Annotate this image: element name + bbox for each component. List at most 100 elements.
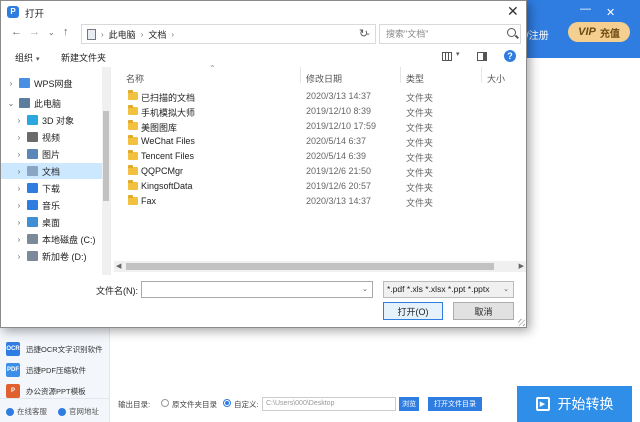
sidebar-item-ocr[interactable]: OCR 迅捷OCR文字识别软件 [6,342,103,356]
folder-icon [128,180,138,190]
dialog-close-icon[interactable]: ✕ [507,3,519,20]
start-convert-button[interactable]: ▶ 开始转换 [517,386,632,422]
cancel-button[interactable]: 取消 [453,302,514,320]
tree-item[interactable]: › 视频 [1,129,109,145]
search-input[interactable]: 搜索"文档" [379,24,521,44]
file-type: 文件夹 [406,183,434,193]
horizontal-scrollbar[interactable]: ◀ ▶ [114,261,526,272]
file-type: 文件夹 [406,138,434,148]
expand-chevron-icon[interactable]: › [15,218,23,227]
folder-icon [27,115,38,125]
globe-icon [58,407,66,416]
dialog-toolbar: 组织 ▾ 新建文件夹 ▾ ? [1,45,526,67]
breadcrumb-documents[interactable]: 文档 [148,28,166,41]
tree-scroll-thumb[interactable] [103,111,109,201]
file-type-filter[interactable]: *.pdf *.xls *.xlsx *.ppt *.pptx ⌄ [383,281,514,298]
sidebar-item-ppt-template[interactable]: P 办公资源PPT模板 [6,384,86,398]
column-divider[interactable] [481,67,482,83]
tree-item-label: 视频 [42,132,61,143]
scroll-right-icon[interactable]: ▶ [519,262,524,270]
browse-button[interactable]: 浏览 [399,397,419,411]
folder-icon [27,234,38,244]
breadcrumb-this-pc[interactable]: 此电脑 [109,28,136,41]
official-site-link[interactable]: 官网地址 [58,406,99,417]
sidebar-item-pdf-compress[interactable]: PDF 迅捷PDF压缩软件 [6,363,86,377]
help-icon[interactable]: ? [504,50,516,62]
new-folder-button[interactable]: 新建文件夹 [61,51,106,64]
ppt-template-icon: P [6,384,20,398]
forward-arrow-icon[interactable]: → [29,26,40,38]
preview-pane-icon[interactable] [477,52,487,61]
up-arrow-icon[interactable]: ↑ [63,26,69,38]
folder-icon [27,166,38,176]
minimize-icon[interactable]: — [580,3,591,15]
back-arrow-icon[interactable]: ← [11,26,22,38]
column-divider[interactable] [300,67,301,83]
output-path-input[interactable]: C:\Users\000\Desktop [262,397,396,411]
file-date: 2019/12/6 21:50 [306,166,372,176]
tree-item[interactable]: › 音乐 [1,197,109,213]
file-row[interactable]: QQPCMgr 2019/12/6 21:50 文件夹 [113,164,525,179]
tree-item[interactable]: › 桌面 [1,214,109,230]
column-header-size[interactable]: 大小 [487,72,505,85]
file-row[interactable]: Fax 2020/3/13 14:37 文件夹 [113,194,525,209]
expand-chevron-icon[interactable]: › [15,150,23,159]
file-row[interactable]: 已扫描的文档 2020/3/13 14:37 文件夹 [113,89,525,104]
file-row[interactable]: WeChat Files 2020/5/14 6:37 文件夹 [113,134,525,149]
tree-item[interactable]: › 下载 [1,180,109,196]
register-link[interactable]: /注册 [526,27,549,42]
expand-chevron-icon[interactable]: › [15,133,23,142]
address-bar[interactable]: › 此电脑 › 文档 › ⌄ [81,24,376,44]
tree-item-label: 新加卷 (D:) [42,251,87,262]
open-button[interactable]: 打开(O) [383,302,443,320]
expand-chevron-icon[interactable]: › [15,167,23,176]
vip-recharge-button[interactable]: VIP 充值 [568,22,630,42]
view-dropdown-icon[interactable]: ▾ [456,50,460,58]
view-options-icon[interactable] [442,52,452,61]
folder-icon [27,149,38,159]
tree-scrollbar[interactable] [102,67,110,275]
sort-ascending-icon: ⌃ [209,64,216,73]
vip-label: VIP [578,26,596,38]
expand-chevron-icon[interactable]: › [15,184,23,193]
chevron-down-icon: ⌄ [503,286,509,293]
open-folder-button[interactable]: 打开文件目录 [428,397,482,411]
recent-locations-dropdown-icon[interactable]: ⌄ [48,28,55,37]
tree-item-label: 此电脑 [34,98,62,109]
refresh-icon[interactable]: ↻ [359,27,368,40]
close-icon[interactable]: ✕ [606,6,615,19]
expand-chevron-icon[interactable]: › [15,116,23,125]
expand-chevron-icon[interactable]: › [15,235,23,244]
tree-item[interactable]: › 3D 对象 [1,112,109,128]
column-header-name[interactable]: 名称 [126,72,144,85]
chevron-down-icon[interactable]: ⌄ [362,285,368,293]
file-date: 2020/3/13 14:37 [306,91,372,101]
radio-custom-folder[interactable] [223,399,231,407]
column-header-type[interactable]: 类型 [406,72,424,85]
expand-chevron-icon[interactable]: › [7,79,15,88]
ocr-icon: OCR [6,342,20,356]
column-header-date[interactable]: 修改日期 [306,72,342,85]
tree-item[interactable]: ⌄ 此电脑 [1,95,109,111]
horizontal-scroll-thumb[interactable] [126,263,494,270]
online-service-link[interactable]: 在线客服 [6,406,47,417]
expand-chevron-icon[interactable]: ⌄ [7,99,15,108]
file-date: 2019/12/10 17:59 [306,121,377,131]
tree-item[interactable]: › 图片 [1,146,109,162]
resize-grip-icon[interactable] [518,319,525,326]
organize-menu[interactable]: 组织 ▾ [15,51,40,64]
file-row[interactable]: 手机模拟大师 2019/12/10 8:39 文件夹 [113,104,525,119]
tree-item[interactable]: › 本地磁盘 (C:) [1,231,109,247]
tree-item[interactable]: › 文档 [1,163,109,179]
radio-original-folder[interactable] [161,399,169,407]
file-row[interactable]: Tencent Files 2020/5/14 6:39 文件夹 [113,149,525,164]
filename-input[interactable]: ⌄ [141,281,373,298]
file-row[interactable]: KingsoftData 2019/12/6 20:57 文件夹 [113,179,525,194]
expand-chevron-icon[interactable]: › [15,201,23,210]
tree-item[interactable]: › 新加卷 (D:) [1,248,109,264]
file-row[interactable]: 美图图库 2019/12/10 17:59 文件夹 [113,119,525,134]
scroll-left-icon[interactable]: ◀ [116,262,121,270]
expand-chevron-icon[interactable]: › [15,252,23,261]
column-divider[interactable] [400,67,401,83]
tree-item[interactable]: › WPS网盘 [1,75,109,91]
